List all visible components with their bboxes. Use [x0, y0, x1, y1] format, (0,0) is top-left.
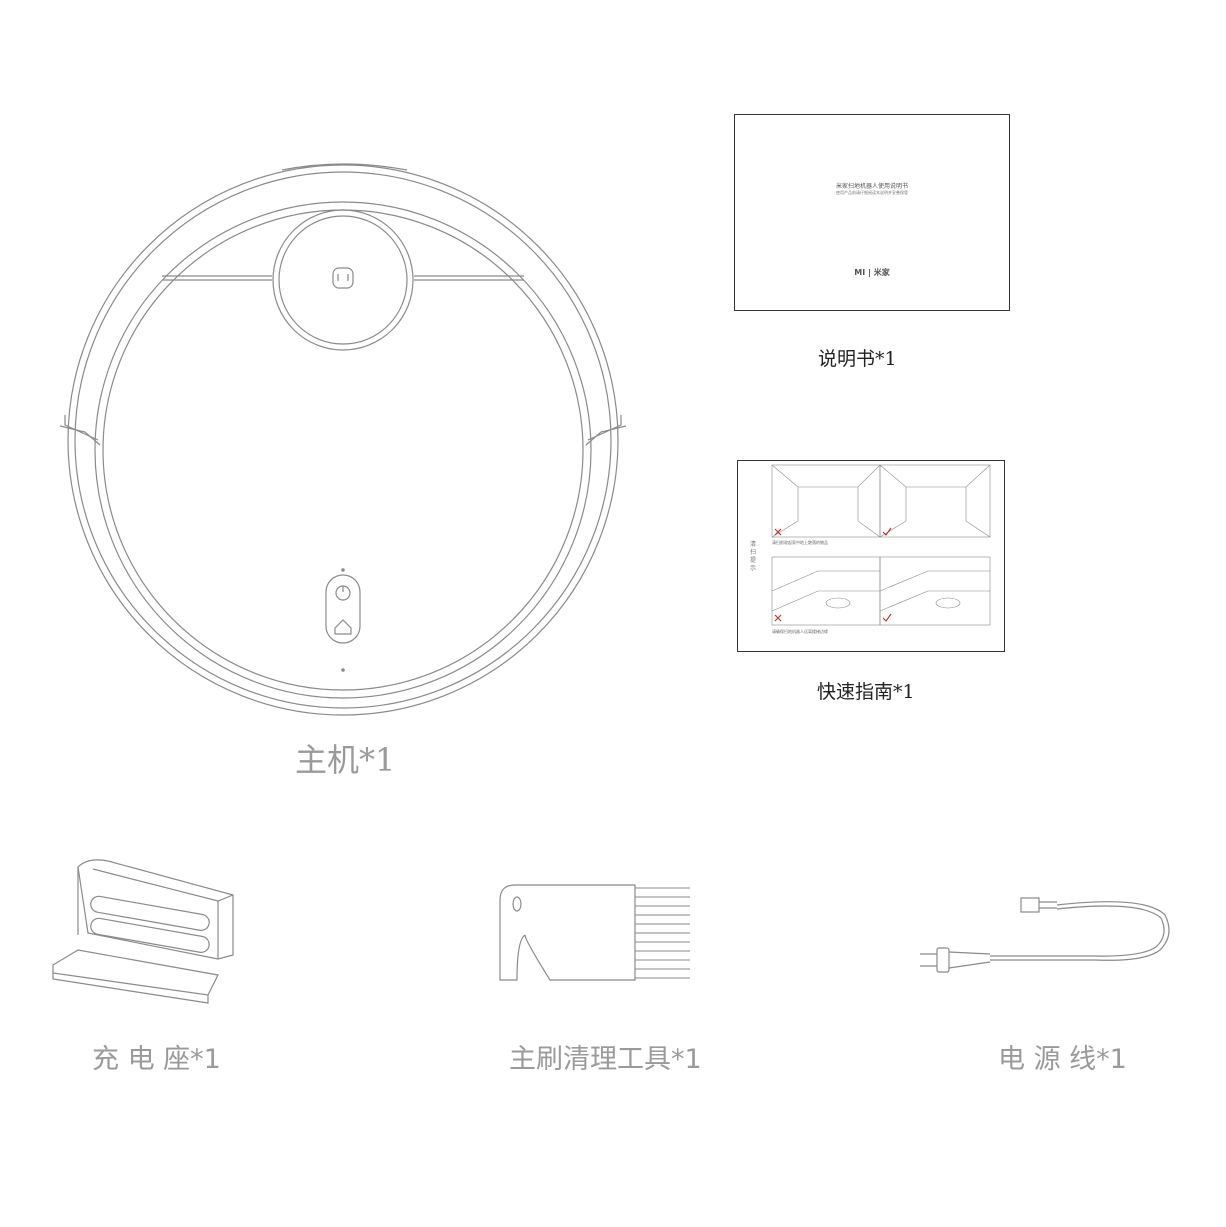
- power-cord-drawing: [920, 897, 1170, 973]
- power-cord-label: 电 源 线*1: [998, 1044, 1127, 1075]
- manual-cover-subtitle: 使用产品前请仔细阅读本说明并妥善保管: [836, 190, 908, 195]
- manual-label: 说明书*1: [818, 348, 897, 370]
- brush-tool-label: 主刷清理工具*1: [509, 1044, 702, 1075]
- quick-guide-label: 快速指南*1: [817, 681, 915, 703]
- robot-label: 主机*1: [295, 741, 396, 779]
- manual-cover: 米家扫地机器人使用说明书 使用产品前请仔细阅读本说明并妥善保管 MI | 米家: [734, 114, 1010, 311]
- manual-cover-title: 米家扫地机器人使用说明书: [835, 183, 908, 190]
- quick-guide-tip-1: 清扫前收起家中地上散落的物品: [772, 540, 828, 545]
- charging-dock-illustration: [48, 855, 238, 1015]
- quick-guide-tip-2: 请确保扫地机器人远离楼梯边缘: [772, 629, 828, 634]
- robot-vacuum-illustration: [50, 150, 640, 730]
- quick-guide-illustrations: [771, 464, 991, 626]
- brush-tool-illustration: [495, 880, 695, 990]
- brush-tool-drawing: [499, 884, 690, 981]
- charging-dock-label: 充 电 座*1: [92, 1044, 221, 1075]
- manual-brand-mark: MI | 米家: [854, 268, 890, 277]
- power-cord-illustration: [915, 890, 1180, 980]
- charging-dock-drawing: [52, 859, 234, 1004]
- robot-vacuum-drawing: [59, 163, 627, 716]
- quick-guide-sheet: 清扫提示 清扫前收起家中地上散落的物品 请确保扫地机器人远离楼梯边缘: [737, 460, 1005, 652]
